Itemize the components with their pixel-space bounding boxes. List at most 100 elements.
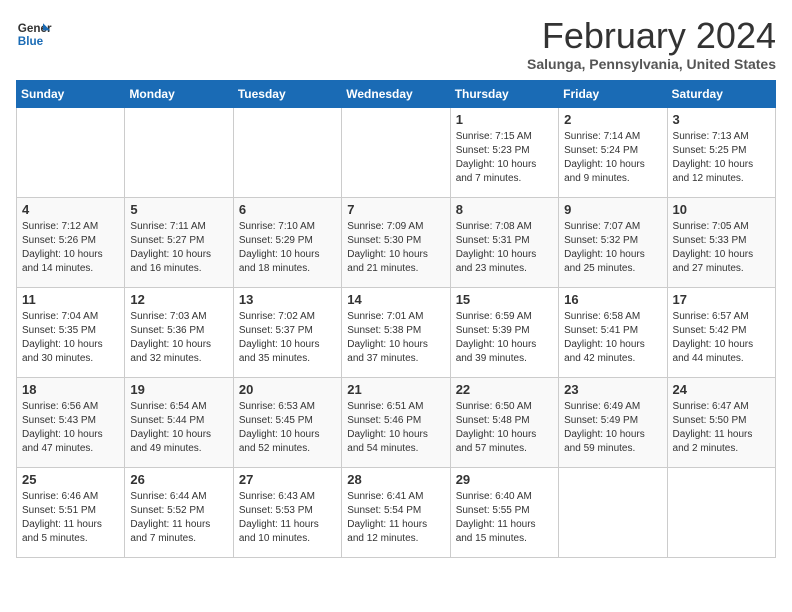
day-info: Sunrise: 6:57 AM Sunset: 5:42 PM Dayligh…	[673, 310, 770, 366]
header-row: SundayMondayTuesdayWednesdayThursdayFrid…	[17, 80, 776, 107]
day-cell: 25 Sunrise: 6:46 AM Sunset: 5:51 PM Dayli…	[17, 467, 125, 557]
day-cell	[233, 107, 341, 197]
day-number: 11	[22, 292, 119, 307]
day-number: 23	[564, 382, 661, 397]
week-row-4: 18 Sunrise: 6:56 AM Sunset: 5:43 PM Dayli…	[17, 377, 776, 467]
day-info: Sunrise: 7:07 AM Sunset: 5:32 PM Dayligh…	[564, 220, 661, 276]
day-cell: 27 Sunrise: 6:43 AM Sunset: 5:53 PM Dayli…	[233, 467, 341, 557]
day-header-friday: Friday	[559, 80, 667, 107]
day-cell: 15 Sunrise: 6:59 AM Sunset: 5:39 PM Dayli…	[450, 287, 558, 377]
day-cell: 7 Sunrise: 7:09 AM Sunset: 5:30 PM Daylig…	[342, 197, 450, 287]
day-info: Sunrise: 6:53 AM Sunset: 5:45 PM Dayligh…	[239, 400, 336, 456]
day-header-saturday: Saturday	[667, 80, 775, 107]
day-info: Sunrise: 6:50 AM Sunset: 5:48 PM Dayligh…	[456, 400, 553, 456]
day-cell: 20 Sunrise: 6:53 AM Sunset: 5:45 PM Dayli…	[233, 377, 341, 467]
day-info: Sunrise: 6:43 AM Sunset: 5:53 PM Dayligh…	[239, 490, 336, 546]
day-number: 27	[239, 472, 336, 487]
day-cell: 29Sunrise: 6:40 AM Sunset: 5:55 PM Dayli…	[450, 467, 558, 557]
day-cell: 18 Sunrise: 6:56 AM Sunset: 5:43 PM Dayli…	[17, 377, 125, 467]
day-info: Sunrise: 7:13 AM Sunset: 5:25 PM Dayligh…	[673, 130, 770, 186]
month-title: February 2024	[527, 16, 776, 56]
logo-icon: General Blue	[16, 16, 52, 52]
day-cell: 6 Sunrise: 7:10 AM Sunset: 5:29 PM Daylig…	[233, 197, 341, 287]
day-info: Sunrise: 6:41 AM Sunset: 5:54 PM Dayligh…	[347, 490, 444, 546]
week-row-2: 4 Sunrise: 7:12 AM Sunset: 5:26 PM Daylig…	[17, 197, 776, 287]
svg-text:Blue: Blue	[18, 35, 44, 48]
day-info: Sunrise: 7:15 AM Sunset: 5:23 PM Dayligh…	[456, 130, 553, 186]
day-info: Sunrise: 7:02 AM Sunset: 5:37 PM Dayligh…	[239, 310, 336, 366]
day-info: Sunrise: 7:12 AM Sunset: 5:26 PM Dayligh…	[22, 220, 119, 276]
day-cell	[125, 107, 233, 197]
day-header-tuesday: Tuesday	[233, 80, 341, 107]
day-number: 7	[347, 202, 444, 217]
day-number: 1	[456, 112, 553, 127]
day-number: 17	[673, 292, 770, 307]
day-cell: 9 Sunrise: 7:07 AM Sunset: 5:32 PM Daylig…	[559, 197, 667, 287]
day-number: 5	[130, 202, 227, 217]
title-area: February 2024 Salunga, Pennsylvania, Uni…	[527, 16, 776, 72]
day-cell: 3 Sunrise: 7:13 AM Sunset: 5:25 PM Daylig…	[667, 107, 775, 197]
day-number: 9	[564, 202, 661, 217]
day-number: 8	[456, 202, 553, 217]
day-info: Sunrise: 6:58 AM Sunset: 5:41 PM Dayligh…	[564, 310, 661, 366]
day-number: 3	[673, 112, 770, 127]
day-number: 14	[347, 292, 444, 307]
day-number: 28	[347, 472, 444, 487]
day-info: Sunrise: 7:03 AM Sunset: 5:36 PM Dayligh…	[130, 310, 227, 366]
day-info: Sunrise: 6:56 AM Sunset: 5:43 PM Dayligh…	[22, 400, 119, 456]
day-cell	[667, 467, 775, 557]
week-row-5: 25 Sunrise: 6:46 AM Sunset: 5:51 PM Dayli…	[17, 467, 776, 557]
day-info: Sunrise: 7:14 AM Sunset: 5:24 PM Dayligh…	[564, 130, 661, 186]
day-cell: 23 Sunrise: 6:49 AM Sunset: 5:49 PM Dayli…	[559, 377, 667, 467]
day-number: 2	[564, 112, 661, 127]
day-cell: 22 Sunrise: 6:50 AM Sunset: 5:48 PM Dayli…	[450, 377, 558, 467]
day-cell: 16 Sunrise: 6:58 AM Sunset: 5:41 PM Dayli…	[559, 287, 667, 377]
day-cell: 4 Sunrise: 7:12 AM Sunset: 5:26 PM Daylig…	[17, 197, 125, 287]
day-number: 18	[22, 382, 119, 397]
day-info: Sunrise: 6:51 AM Sunset: 5:46 PM Dayligh…	[347, 400, 444, 456]
day-info: Sunrise: 7:04 AM Sunset: 5:35 PM Dayligh…	[22, 310, 119, 366]
day-info: Sunrise: 6:46 AM Sunset: 5:51 PM Dayligh…	[22, 490, 119, 546]
location-subtitle: Salunga, Pennsylvania, United States	[527, 56, 776, 72]
day-cell	[559, 467, 667, 557]
week-row-1: 1 Sunrise: 7:15 AM Sunset: 5:23 PM Daylig…	[17, 107, 776, 197]
day-number: 25	[22, 472, 119, 487]
day-number: 6	[239, 202, 336, 217]
day-cell: 10 Sunrise: 7:05 AM Sunset: 5:33 PM Dayli…	[667, 197, 775, 287]
day-info: Sunrise: 6:49 AM Sunset: 5:49 PM Dayligh…	[564, 400, 661, 456]
day-number: 4	[22, 202, 119, 217]
day-cell: 17 Sunrise: 6:57 AM Sunset: 5:42 PM Dayli…	[667, 287, 775, 377]
day-number: 20	[239, 382, 336, 397]
day-info: Sunrise: 7:10 AM Sunset: 5:29 PM Dayligh…	[239, 220, 336, 276]
week-row-3: 11 Sunrise: 7:04 AM Sunset: 5:35 PM Dayli…	[17, 287, 776, 377]
day-number: 26	[130, 472, 227, 487]
day-cell: 19Sunrise: 6:54 AM Sunset: 5:44 PM Dayli…	[125, 377, 233, 467]
day-number: 16	[564, 292, 661, 307]
day-cell: 21 Sunrise: 6:51 AM Sunset: 5:46 PM Dayli…	[342, 377, 450, 467]
day-info: Sunrise: 7:08 AM Sunset: 5:31 PM Dayligh…	[456, 220, 553, 276]
day-info: Sunrise: 6:44 AM Sunset: 5:52 PM Dayligh…	[130, 490, 227, 546]
day-number: 13	[239, 292, 336, 307]
day-number: 21	[347, 382, 444, 397]
day-info: Sunrise: 6:40 AM Sunset: 5:55 PM Dayligh…	[456, 490, 553, 546]
day-cell: 14 Sunrise: 7:01 AM Sunset: 5:38 PM Dayli…	[342, 287, 450, 377]
day-cell: 28 Sunrise: 6:41 AM Sunset: 5:54 PM Dayli…	[342, 467, 450, 557]
day-cell: 13 Sunrise: 7:02 AM Sunset: 5:37 PM Dayli…	[233, 287, 341, 377]
header: General Blue February 2024 Salunga, Penn…	[16, 16, 776, 72]
day-cell	[17, 107, 125, 197]
day-number: 24	[673, 382, 770, 397]
day-header-monday: Monday	[125, 80, 233, 107]
day-number: 12	[130, 292, 227, 307]
day-number: 15	[456, 292, 553, 307]
day-number: 10	[673, 202, 770, 217]
day-info: Sunrise: 6:59 AM Sunset: 5:39 PM Dayligh…	[456, 310, 553, 366]
calendar-table: SundayMondayTuesdayWednesdayThursdayFrid…	[16, 80, 776, 558]
day-info: Sunrise: 7:01 AM Sunset: 5:38 PM Dayligh…	[347, 310, 444, 366]
day-info: Sunrise: 7:05 AM Sunset: 5:33 PM Dayligh…	[673, 220, 770, 276]
day-cell: 1 Sunrise: 7:15 AM Sunset: 5:23 PM Daylig…	[450, 107, 558, 197]
day-cell: 12 Sunrise: 7:03 AM Sunset: 5:36 PM Dayli…	[125, 287, 233, 377]
day-number: 19	[130, 382, 227, 397]
day-info: Sunrise: 7:09 AM Sunset: 5:30 PM Dayligh…	[347, 220, 444, 276]
day-number: 22	[456, 382, 553, 397]
day-header-thursday: Thursday	[450, 80, 558, 107]
